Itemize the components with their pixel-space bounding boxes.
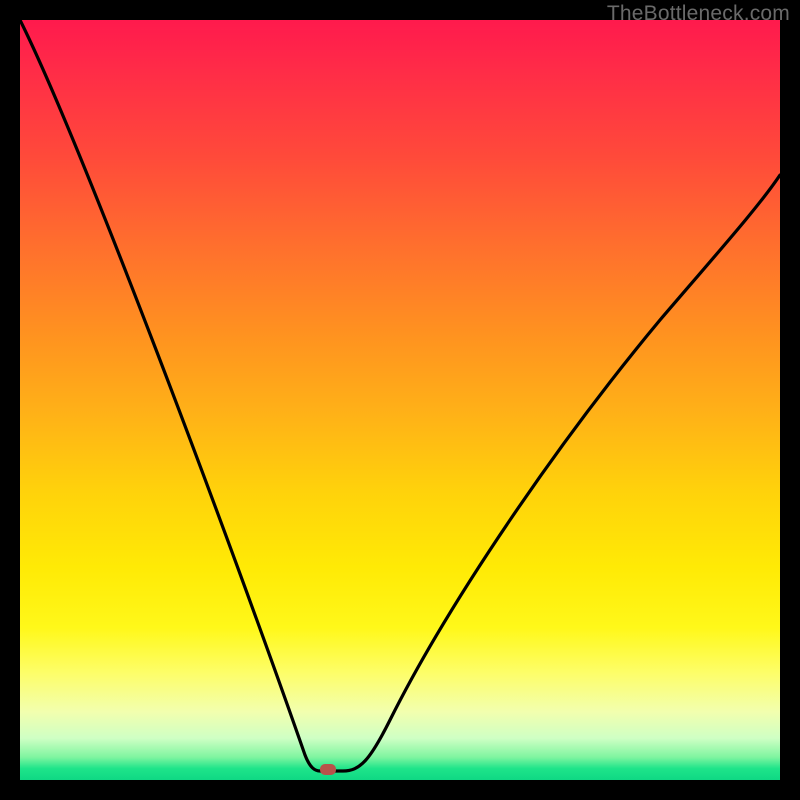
chart-frame — [20, 20, 780, 780]
optimal-point-marker — [320, 764, 336, 775]
bottleneck-curve — [20, 20, 780, 780]
